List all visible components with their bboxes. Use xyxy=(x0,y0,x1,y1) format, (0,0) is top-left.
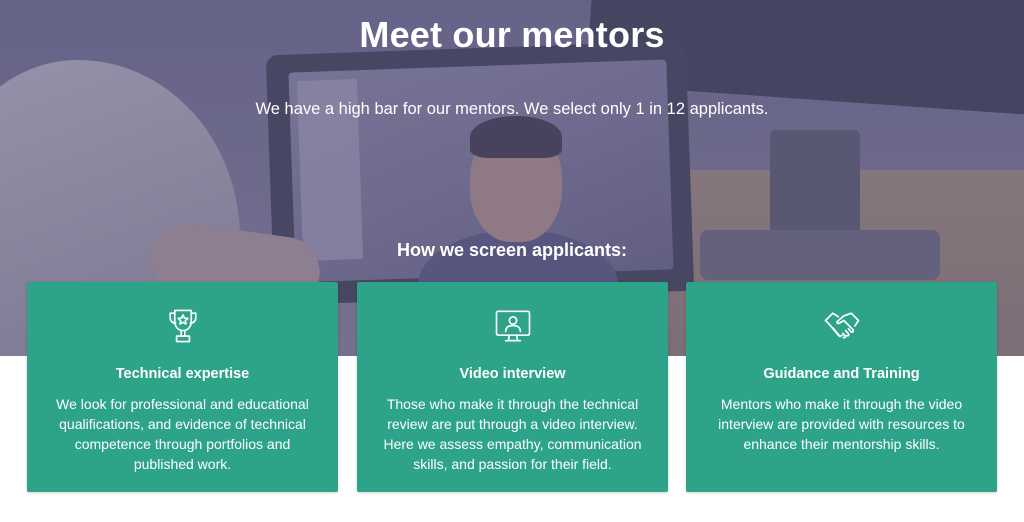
page-subtitle: We have a high bar for our mentors. We s… xyxy=(255,100,769,118)
card-title: Technical expertise xyxy=(115,366,250,382)
video-call-icon xyxy=(495,310,530,342)
page-title: Meet our mentors xyxy=(359,14,665,55)
card-description: Those who make it through the technical … xyxy=(383,396,642,472)
card-title: Video interview xyxy=(459,366,566,382)
card-video-interview: Video interview Those who make it throug… xyxy=(357,282,668,492)
card-guidance-training: Guidance and Training Mentors who make i… xyxy=(686,282,997,492)
card-description: We look for professional and educational… xyxy=(56,396,309,472)
screening-heading: How we screen applicants: xyxy=(396,240,628,260)
page: Meet our mentors We have a high bar for … xyxy=(0,0,1024,522)
trophy-icon xyxy=(168,309,197,343)
card-technical-expertise: Technical expertise We look for professi… xyxy=(27,282,338,492)
card-title: Guidance and Training xyxy=(763,366,920,382)
handshake-icon xyxy=(824,312,859,339)
card-description: Mentors who make it through the video in… xyxy=(718,396,965,452)
